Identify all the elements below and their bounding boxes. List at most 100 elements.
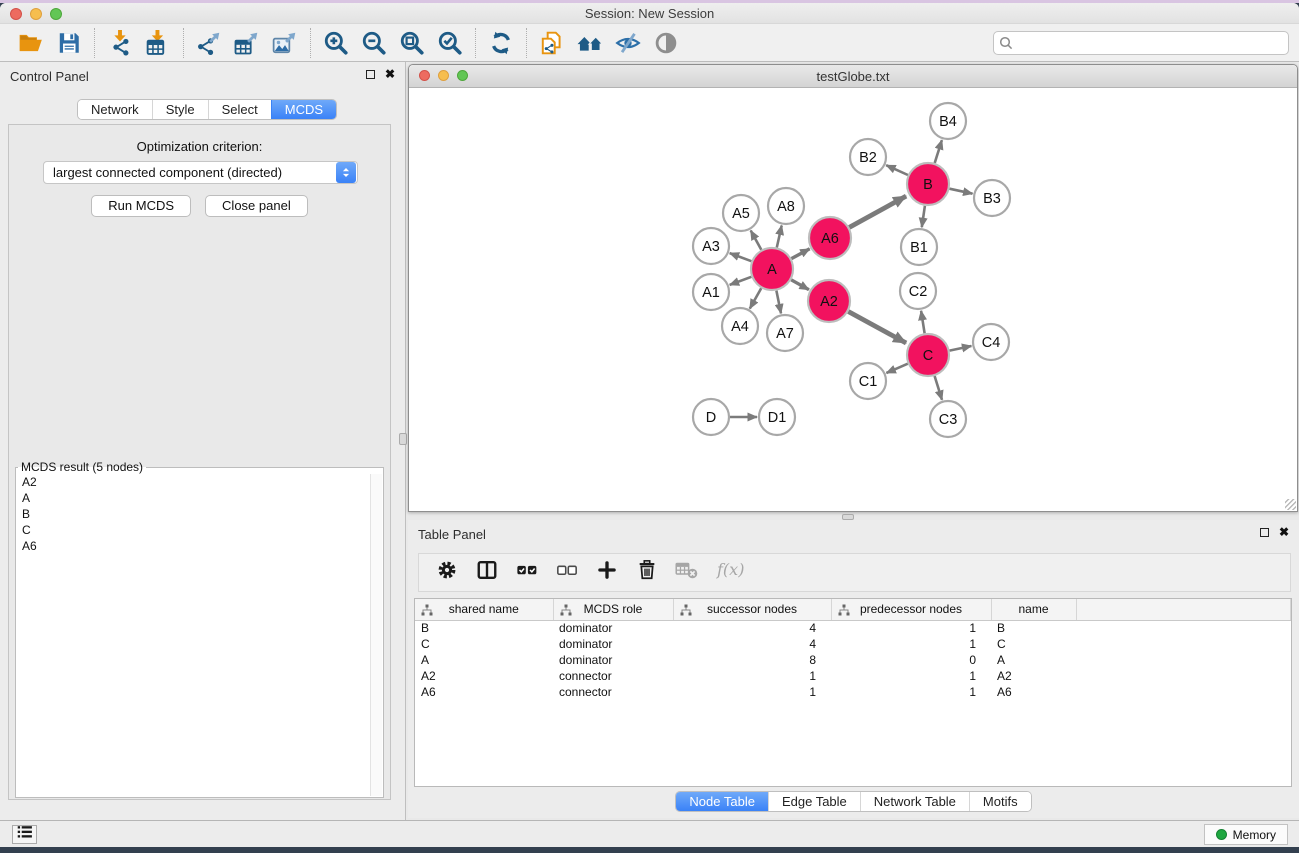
deselect-all-rows-button[interactable] [555,561,579,585]
toggle-panel-split-icon [476,559,498,586]
zoom-in-button[interactable] [317,27,355,59]
edge-A-A4 [750,288,761,308]
table-tab-network-table[interactable]: Network Table [860,792,969,811]
svg-text:C1: C1 [859,374,878,390]
zoom-fit-button[interactable] [393,27,431,59]
close-panel-button[interactable]: Close panel [205,195,308,217]
clone-network-button[interactable] [533,27,571,59]
import-table-button[interactable] [139,27,177,59]
graph-node-C1[interactable]: C1 [850,363,886,399]
select-all-rows-button[interactable] [515,561,539,585]
first-neighbors-icon [577,30,603,56]
run-mcds-button[interactable]: Run MCDS [91,195,191,217]
table-tab-edge-table[interactable]: Edge Table [768,792,860,811]
graph-node-A1[interactable]: A1 [693,274,729,310]
table-tab-node-table[interactable]: Node Table [676,792,768,811]
graph-node-C[interactable]: C [907,334,949,376]
mcds-result-item[interactable]: C [17,522,370,538]
mcds-tab-content: Optimization criterion: largest connecte… [8,124,391,800]
svg-text:B2: B2 [859,150,877,166]
graph-node-B4[interactable]: B4 [930,103,966,139]
graph-node-B2[interactable]: B2 [850,139,886,175]
graph-node-B3[interactable]: B3 [974,180,1010,216]
status-bar: Memory [0,820,1299,847]
graph-node-A3[interactable]: A3 [693,228,729,264]
graph-node-C4[interactable]: C4 [973,324,1009,360]
tab-style[interactable]: Style [152,100,208,119]
show-graphics-details-button[interactable] [647,27,685,59]
search-input[interactable] [993,31,1289,55]
create-column-button[interactable] [595,561,619,585]
table-row[interactable]: A2connector11A2 [415,668,1291,684]
float-panel-icon[interactable] [366,70,375,79]
table-options-gear-button[interactable] [435,561,459,585]
svg-text:D: D [706,410,716,426]
graph-node-C3[interactable]: C3 [930,401,966,437]
column-header-shared-name[interactable]: shared name [415,599,553,620]
mcds-result-item[interactable]: B [17,506,370,522]
save-session-button[interactable] [50,27,88,59]
table-tab-motifs[interactable]: Motifs [969,792,1031,811]
tab-select[interactable]: Select [208,100,271,119]
close-panel-icon[interactable]: ✖ [385,69,395,80]
mcds-result-item[interactable]: A [17,490,370,506]
result-scrollbar[interactable] [370,474,382,796]
graph-node-A7[interactable]: A7 [767,315,803,351]
table-row[interactable]: Adominator80A [415,652,1291,668]
table-float-panel-icon[interactable] [1260,528,1269,537]
delete-columns-icon [636,559,658,586]
zoom-out-button[interactable] [355,27,393,59]
export-table-icon [234,30,260,56]
graph-node-C2[interactable]: C2 [900,273,936,309]
graph-node-A6[interactable]: A6 [809,217,851,259]
toolbar-separator [183,28,184,58]
memory-button[interactable]: Memory [1204,824,1288,845]
graph-node-B1[interactable]: B1 [901,229,937,265]
mcds-result-item[interactable]: A2 [17,474,370,490]
svg-text:D1: D1 [768,410,787,426]
graph-node-A2[interactable]: A2 [808,280,850,322]
refresh-button[interactable] [482,27,520,59]
edge-C-C3 [935,376,942,400]
window-resize-grip[interactable] [1285,499,1296,510]
zoom-selected-button[interactable] [431,27,469,59]
delete-columns-button[interactable] [635,561,659,585]
export-image-button[interactable] [266,27,304,59]
table-row[interactable]: A6connector11A6 [415,684,1291,700]
column-header-name[interactable]: name [991,599,1076,620]
export-image-icon [272,30,298,56]
graph-node-B[interactable]: B [907,163,949,205]
column-header-predecessor-nodes[interactable]: predecessor nodes [831,599,991,620]
column-header-successor-nodes[interactable]: successor nodes [673,599,831,620]
column-header-spacer[interactable] [1076,599,1291,620]
mcds-result-item[interactable]: A6 [17,538,370,554]
graph-node-A[interactable]: A [751,248,793,290]
open-file-button[interactable] [12,27,50,59]
vertical-splitter-grip[interactable] [399,433,407,445]
select-stepper-icon [336,162,356,183]
export-network-button[interactable] [190,27,228,59]
tab-network[interactable]: Network [78,100,152,119]
export-table-button[interactable] [228,27,266,59]
network-canvas[interactable]: B4 B2 B B3 A5A8A6 A3 B1 A A1 C2 A2 A4 A7 C C4 C1 C3 D D1 [409,88,1297,511]
graph-node-A4[interactable]: A4 [722,308,758,344]
toggle-panel-split-button[interactable] [475,561,499,585]
svg-text:A4: A4 [731,319,749,335]
tab-mcds[interactable]: MCDS [271,100,336,119]
graph-node-D1[interactable]: D1 [759,399,795,435]
table-row[interactable]: Bdominator41B [415,620,1291,636]
graph-node-A8[interactable]: A8 [768,188,804,224]
table-close-panel-icon[interactable]: ✖ [1279,527,1289,538]
optimization-criterion-select[interactable]: largest connected component (directed) [43,161,358,184]
column-header-MCDS-role[interactable]: MCDS role [553,599,673,620]
edge-A-A1 [730,277,752,285]
svg-text:C4: C4 [982,335,1001,351]
memory-label: Memory [1233,828,1276,842]
graph-node-D[interactable]: D [693,399,729,435]
table-row[interactable]: Cdominator41C [415,636,1291,652]
task-history-button[interactable] [12,825,37,844]
graph-node-A5[interactable]: A5 [723,195,759,231]
hide-selected-button[interactable] [609,27,647,59]
import-network-button[interactable] [101,27,139,59]
first-neighbors-button[interactable] [571,27,609,59]
